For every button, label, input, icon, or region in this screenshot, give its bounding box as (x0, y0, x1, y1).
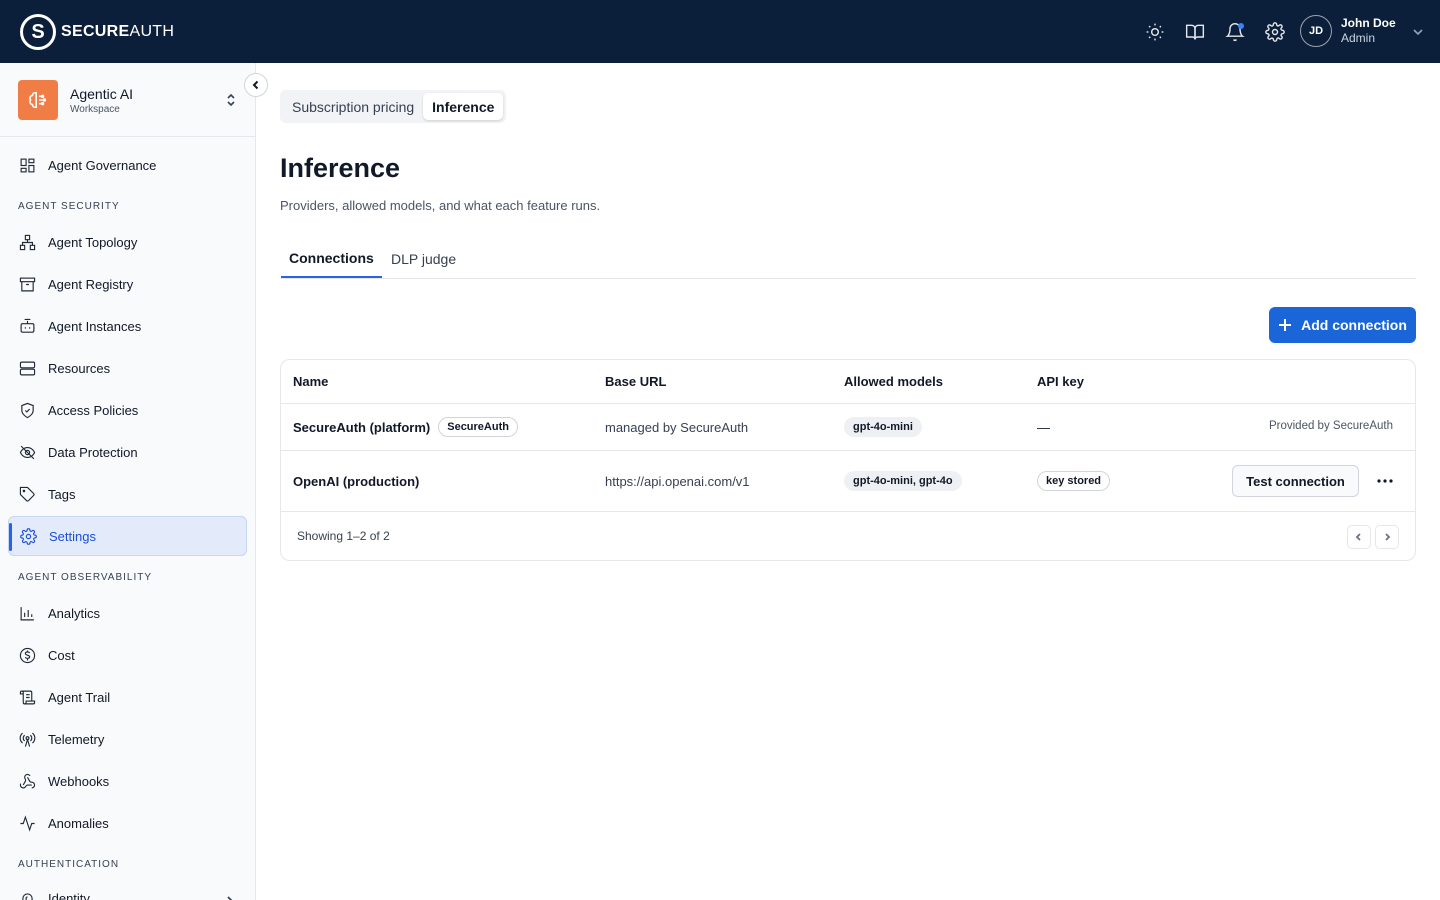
user-menu[interactable]: JD John Doe Admin (1300, 15, 1424, 47)
column-header-api-key: API key (1037, 374, 1084, 389)
avatar: JD (1300, 15, 1332, 47)
column-header-allowed-models: Allowed models (844, 374, 943, 389)
provided-by-note: Provided by SecureAuth (1268, 420, 1393, 432)
chevrons-up-down-icon (224, 92, 238, 108)
archive-icon (17, 274, 37, 294)
table-row-models: gpt-4o-mini (844, 415, 922, 439)
bar-chart-icon (17, 603, 37, 623)
tab-connections[interactable]: Connections (281, 239, 382, 278)
table-row-api-key: — (1037, 419, 1050, 435)
section-agent-security: AGENT SECURITY (18, 201, 120, 212)
pagination-summary: Showing 1–2 of 2 (297, 529, 390, 543)
more-actions-icon[interactable] (1373, 470, 1397, 492)
sidebar-item-anomalies[interactable]: Anomalies (8, 803, 247, 843)
models-badge: gpt-4o-mini, gpt-4o (844, 471, 962, 491)
next-page-button[interactable] (1375, 525, 1399, 549)
book-icon[interactable] (1175, 12, 1215, 52)
chevron-left-icon (1355, 533, 1361, 541)
segment-subscription-pricing[interactable]: Subscription pricing (283, 93, 423, 120)
topology-icon (17, 232, 37, 252)
table-row-api-key: key stored (1037, 469, 1111, 493)
tab-dlp-judge[interactable]: DLP judge (383, 239, 464, 279)
table-row-name: OpenAI (production) (293, 473, 420, 489)
section-agent-observability: AGENT OBSERVABILITY (18, 572, 153, 583)
add-connection-button[interactable]: Add connection (1269, 307, 1416, 343)
workspace-subtitle: Workspace (70, 104, 120, 115)
models-badge: gpt-4o-mini (844, 417, 922, 437)
sidebar: Agentic AI Workspace Agent Governance AG… (0, 63, 256, 900)
sidebar-item-settings[interactable]: Settings (8, 516, 247, 556)
sidebar-item-agent-topology[interactable]: Agent Topology (8, 222, 247, 262)
sidebar-item-resources[interactable]: Resources (8, 348, 247, 388)
chevron-right-icon (225, 893, 235, 900)
tab-bar: Connections DLP judge (281, 239, 1416, 279)
fingerprint-icon (17, 888, 37, 900)
column-header-base-url: Base URL (605, 374, 667, 389)
table-row-models: gpt-4o-mini, gpt-4o (844, 469, 962, 493)
sidebar-item-analytics[interactable]: Analytics (8, 593, 247, 633)
top-bar: S SECUREAUTH JD John Doe Admin (0, 0, 1440, 63)
sidebar-item-tags[interactable]: Tags (8, 474, 247, 514)
notification-dot (1238, 22, 1244, 29)
sidebar-item-cost[interactable]: Cost (8, 635, 247, 675)
top-actions (1135, 0, 1295, 63)
user-role: Admin (1341, 31, 1376, 45)
antenna-icon (17, 729, 37, 749)
connections-table: Name Base URL Allowed models API key Sec… (280, 359, 1416, 561)
sidebar-item-identity[interactable]: Identity (8, 878, 247, 900)
sidebar-item-agent-trail[interactable]: Agent Trail (8, 677, 247, 717)
workspace-switcher[interactable]: Agentic AI Workspace (0, 63, 255, 137)
previous-page-button[interactable] (1347, 525, 1371, 549)
sun-icon[interactable] (1135, 12, 1175, 52)
agent-icon (18, 80, 58, 120)
eye-off-icon (17, 442, 37, 462)
provider-badge: SecureAuth (438, 417, 518, 437)
gear-icon (18, 526, 38, 546)
chevron-down-icon (1412, 25, 1424, 37)
sidebar-item-data-protection[interactable]: Data Protection (8, 432, 247, 472)
bell-icon[interactable] (1215, 12, 1255, 52)
collapse-sidebar-button[interactable] (244, 73, 268, 97)
sidebar-item-access-policies[interactable]: Access Policies (8, 390, 247, 430)
dollar-icon (17, 645, 37, 665)
sidebar-item-agent-instances[interactable]: Agent Instances (8, 306, 247, 346)
brand-name: SECUREAUTH (61, 23, 175, 40)
page-title: Inference (280, 153, 401, 183)
brand-logo[interactable]: S SECUREAUTH (20, 14, 174, 50)
activity-icon (17, 813, 37, 833)
section-authentication: AUTHENTICATION (18, 859, 120, 870)
bot-icon (17, 316, 37, 336)
tag-icon (17, 484, 37, 504)
sidebar-item-telemetry[interactable]: Telemetry (8, 719, 247, 759)
divider (281, 403, 1415, 404)
test-connection-button[interactable]: Test connection (1232, 465, 1359, 497)
webhook-icon (17, 771, 37, 791)
sidebar-item-webhooks[interactable]: Webhooks (8, 761, 247, 801)
gear-icon[interactable] (1255, 12, 1295, 52)
grid-icon (17, 155, 37, 175)
shield-icon (17, 400, 37, 420)
column-header-name: Name (293, 374, 329, 389)
divider (281, 450, 1415, 451)
user-name: John Doe (1341, 16, 1396, 30)
table-row-base-url: https://api.openai.com/v1 (605, 473, 750, 489)
page-subtitle: Providers, allowed models, and what each… (280, 198, 601, 213)
sidebar-item-agent-registry[interactable]: Agent Registry (8, 264, 247, 304)
table-row-base-url: managed by SecureAuth (605, 419, 749, 435)
logo-icon: S (20, 14, 56, 50)
server-icon (17, 358, 37, 378)
divider (281, 511, 1415, 512)
chevron-right-icon (1385, 533, 1391, 541)
plus-icon (1279, 319, 1292, 331)
segment-inference[interactable]: Inference (423, 93, 504, 120)
workspace-name: Agentic AI (70, 86, 134, 102)
sidebar-item-agent-governance[interactable]: Agent Governance (8, 145, 247, 185)
table-row-name: SecureAuth (platform) SecureAuth (293, 415, 518, 439)
pricing-segmented-control: Subscription pricing Inference (280, 90, 507, 123)
scroll-icon (17, 687, 37, 707)
key-status-badge: key stored (1037, 471, 1111, 491)
